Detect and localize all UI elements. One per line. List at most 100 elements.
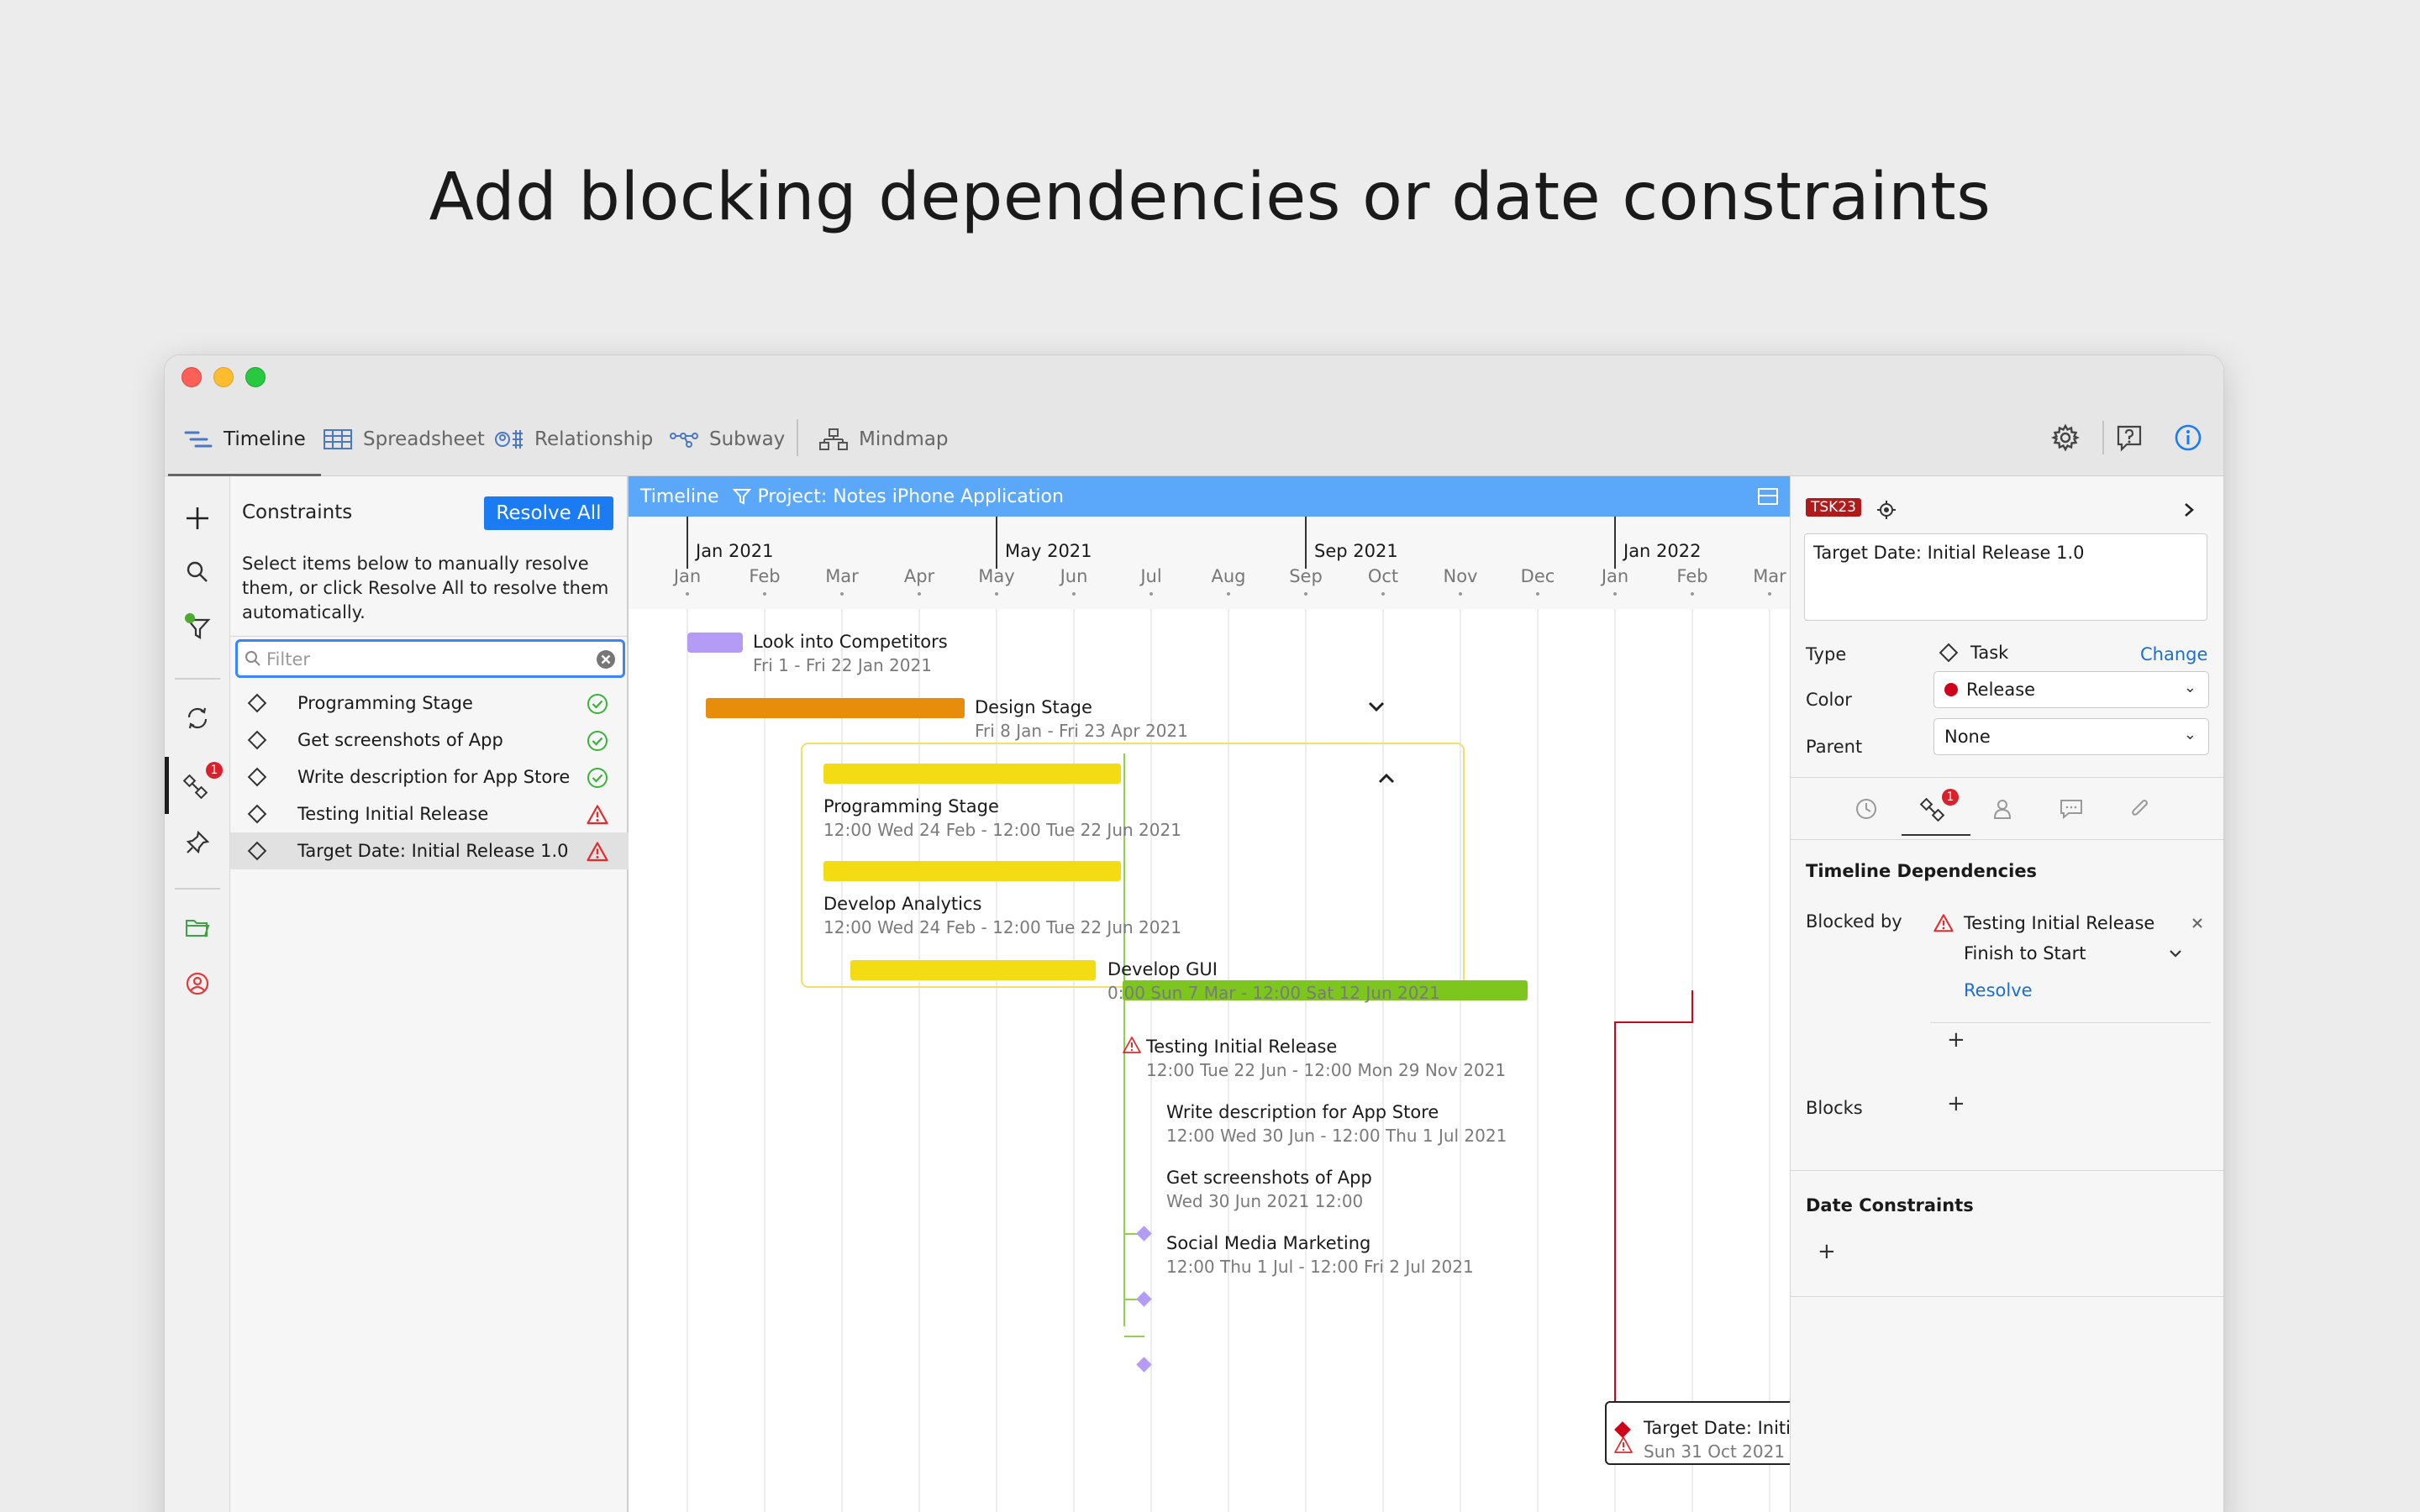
add-button[interactable] xyxy=(177,498,218,538)
tab-mindmap[interactable]: Mindmap xyxy=(818,402,949,476)
timeline-header-filter[interactable]: Project: Notes iPhone Application xyxy=(758,486,1064,507)
diamond-icon xyxy=(247,693,267,713)
add-blocked-by-icon[interactable]: + xyxy=(1947,1027,1965,1053)
task-name: Develop GUI xyxy=(1107,959,1218,979)
panel-toggle-icon[interactable] xyxy=(1758,488,1778,505)
collapse-chevron-icon[interactable] xyxy=(1378,773,1395,784)
constraint-item[interactable]: Programming Stage xyxy=(230,685,629,722)
check-circle-icon xyxy=(587,694,608,714)
constraint-item[interactable]: Testing Initial Release xyxy=(230,795,629,832)
chevron-down-icon: ⌄ xyxy=(2183,726,2196,743)
tab-timeline[interactable]: Timeline xyxy=(168,402,321,476)
timeline-tick-mark xyxy=(1691,592,1694,596)
spreadsheet-icon xyxy=(324,429,352,449)
person-icon xyxy=(1993,800,2012,819)
timeline-ruler-labels: Jan Feb Mar Apr May Jun Jul Aug Sep Oct Nov Dec Jan F… xyxy=(672,517,1786,596)
sync-icon xyxy=(187,707,208,729)
change-type-link[interactable]: Change xyxy=(2140,644,2207,664)
milestone-social-media-marketing[interactable] xyxy=(1136,1357,1152,1373)
color-select[interactable]: Release ⌄ xyxy=(1933,671,2209,708)
filter-icon xyxy=(732,489,751,505)
locate-icon[interactable] xyxy=(1876,500,1897,520)
timeline-month-label: Jan xyxy=(672,566,701,586)
open-project-button[interactable] xyxy=(177,908,218,948)
task-name: Get screenshots of App xyxy=(1166,1168,1372,1188)
search-button[interactable] xyxy=(177,552,218,592)
tab-people[interactable] xyxy=(1986,792,2019,826)
account-button[interactable] xyxy=(177,963,218,1004)
tab-relationship[interactable]: Relationship xyxy=(494,402,653,476)
remove-dependency-icon[interactable] xyxy=(2191,916,2204,930)
view-toolbar: Timeline Spreadsheet Relationship Subway… xyxy=(165,402,2223,476)
timeline-tick-mark xyxy=(1227,592,1230,596)
filter-button[interactable] xyxy=(177,606,218,646)
resolve-link[interactable]: Resolve xyxy=(1964,980,2033,1000)
constraint-item[interactable]: Get screenshots of App xyxy=(230,722,629,759)
task-dates: 12:00 Wed 30 Jun - 12:00 Thu 1 Jul 2021 xyxy=(1166,1126,1507,1146)
milestone-get-screenshots[interactable] xyxy=(1136,1291,1152,1307)
timeline-chart: Jan Feb Mar Apr May Jun Jul Aug Sep Oct Nov Dec Jan F… xyxy=(672,517,1790,1512)
info-button[interactable] xyxy=(2170,419,2207,456)
task-bar-develop-gui[interactable] xyxy=(850,960,1096,980)
parent-select[interactable]: None ⌄ xyxy=(1933,718,2209,755)
search-icon xyxy=(187,561,208,582)
person-icon xyxy=(186,972,209,995)
pin-button[interactable] xyxy=(177,822,218,863)
tab-spreadsheet[interactable]: Spreadsheet xyxy=(323,402,485,476)
sync-button[interactable] xyxy=(177,698,218,738)
tab-dependencies[interactable]: 1 xyxy=(1917,789,1959,826)
rail-separator xyxy=(175,678,220,680)
tab-subway[interactable]: Subway xyxy=(669,402,785,476)
task-bar-design-stage[interactable] xyxy=(706,698,965,718)
filter-field[interactable] xyxy=(235,639,625,678)
close-window-button[interactable] xyxy=(182,367,202,387)
add-blocks-icon[interactable]: + xyxy=(1947,1091,1965,1116)
tab-subway-label: Subway xyxy=(709,428,786,450)
expand-chevron-icon[interactable] xyxy=(1368,701,1385,712)
task-bar-programming-stage[interactable] xyxy=(823,764,1121,784)
mindmap-icon xyxy=(819,428,848,450)
timeline-year-label: Sep 2021 xyxy=(1314,541,1398,561)
task-title-field[interactable]: Target Date: Initial Release 1.0 xyxy=(1804,533,2207,621)
color-label: Color xyxy=(1806,690,1852,710)
timeline-view[interactable]: Jan Feb Mar Apr May Jun Jul Aug Sep Oct Nov Dec Jan F… xyxy=(629,476,1790,1512)
parent-select-value: None xyxy=(1944,727,1991,747)
task-dates: 12:00 Wed 24 Feb - 12:00 Tue 22 Jun 2021 xyxy=(823,917,1181,937)
task-bar-develop-analytics[interactable] xyxy=(823,861,1121,881)
zoom-window-button[interactable] xyxy=(245,367,266,387)
help-button[interactable] xyxy=(2111,419,2148,456)
settings-button[interactable] xyxy=(2047,419,2084,456)
blocked-by-item[interactable]: Testing Initial Release xyxy=(1964,913,2154,933)
add-date-constraint-icon[interactable]: + xyxy=(1818,1239,1836,1264)
constraints-button[interactable]: 1 xyxy=(177,757,223,814)
chevron-down-icon[interactable] xyxy=(2169,948,2182,958)
diamond-icon xyxy=(247,804,267,824)
timeline-tick-mark xyxy=(1072,592,1076,596)
inspector-separator xyxy=(1791,777,2223,778)
diamond-icon xyxy=(247,730,267,750)
timeline-month-label: Aug xyxy=(1211,566,1245,586)
minimize-window-button[interactable] xyxy=(213,367,234,387)
chevron-right-icon[interactable] xyxy=(2182,501,2196,518)
task-name: Write description for App Store xyxy=(1166,1102,1439,1122)
subway-icon xyxy=(670,433,698,448)
blocked-by-label: Blocked by xyxy=(1806,911,1902,932)
tab-attachments[interactable] xyxy=(2123,792,2157,826)
task-dates: 12:00 Wed 24 Feb - 12:00 Tue 22 Jun 2021 xyxy=(823,820,1181,840)
inspector-separator xyxy=(1791,1170,2223,1171)
clear-filter-icon[interactable] xyxy=(596,649,616,669)
timeline-month-label: Apr xyxy=(904,566,935,586)
blocking-dependency-connector xyxy=(1614,990,1693,1412)
resolve-all-button[interactable]: Resolve All xyxy=(484,496,613,530)
milestone-write-description[interactable] xyxy=(1136,1226,1152,1242)
constraint-item-label: Programming Stage xyxy=(297,693,473,713)
tab-comments[interactable] xyxy=(2054,792,2088,826)
tab-history[interactable] xyxy=(1849,792,1883,826)
warning-icon xyxy=(1123,1037,1141,1053)
task-bar-look-into-competitors[interactable] xyxy=(687,633,743,653)
constraint-item[interactable]: Write description for App Store xyxy=(230,759,629,795)
constraint-item-selected[interactable]: Target Date: Initial Release 1.0 xyxy=(230,832,629,869)
timeline-tick-mark xyxy=(1768,592,1771,596)
dependencies-badge: 1 xyxy=(1942,789,1959,806)
filter-input[interactable] xyxy=(266,648,586,671)
